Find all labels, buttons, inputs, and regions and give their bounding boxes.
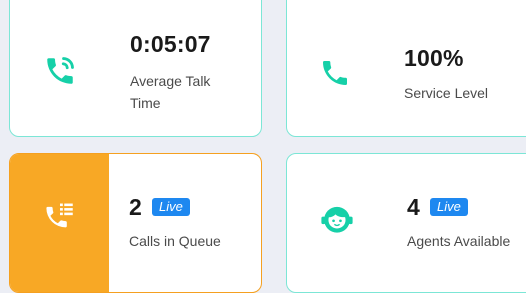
service-level-card: 100% Service Level	[286, 0, 526, 137]
live-badge: Live	[430, 198, 468, 216]
calls-in-queue-label: Calls in Queue	[129, 233, 221, 249]
agents-available-label: Agents Available	[407, 233, 511, 249]
service-level-label: Service Level	[404, 85, 489, 101]
agents-available-value-row: 4 Live	[407, 194, 468, 221]
service-level-value: 100%	[404, 45, 464, 71]
calls-in-queue-value-row: 2 Live	[129, 194, 190, 221]
average-talk-time-label-line-1: Average Talk	[130, 73, 211, 89]
agent-headset-icon	[315, 197, 359, 241]
average-talk-time-value: 0:05:07	[130, 31, 211, 57]
phone-list-icon	[40, 196, 80, 236]
calls-in-queue-card: 2 Live Calls in Queue	[9, 153, 262, 293]
average-talk-time-label-line-2: Time	[130, 95, 161, 111]
agents-available-card: 4 Live Agents Available	[286, 153, 526, 293]
calls-in-queue-value: 2	[129, 194, 142, 220]
average-talk-time-card: 0:05:07 Average Talk Time	[9, 0, 262, 137]
agents-available-value: 4	[407, 194, 420, 220]
phone-calling-icon	[40, 51, 80, 91]
phone-icon	[315, 53, 355, 93]
live-badge: Live	[152, 198, 190, 216]
